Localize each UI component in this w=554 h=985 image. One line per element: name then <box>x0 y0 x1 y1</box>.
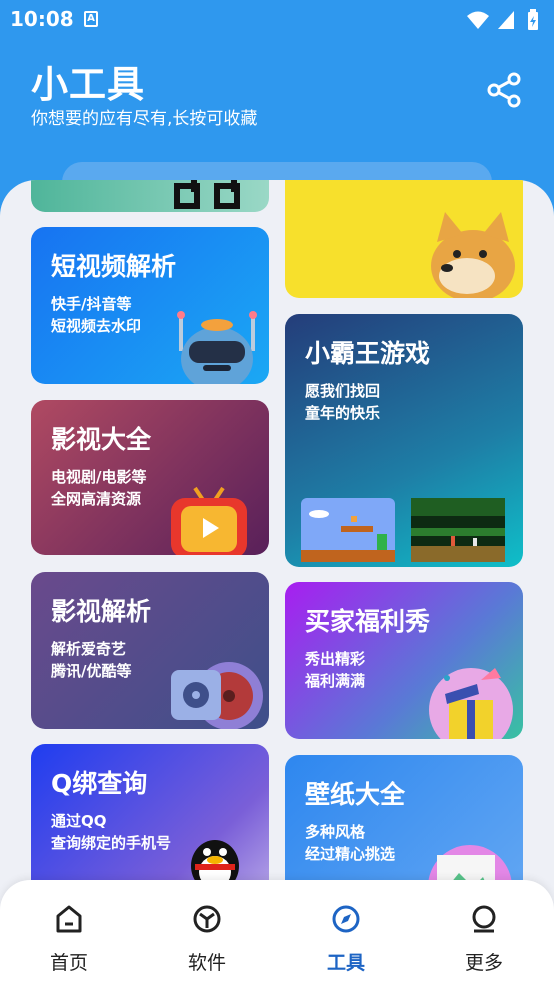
card-desc-line2: 短视频去水印 <box>51 317 142 335</box>
nav-label: 更多 <box>464 952 503 974</box>
home-icon <box>56 905 82 933</box>
doge-illustration <box>431 212 515 298</box>
card-title: 影视大全 <box>51 425 152 454</box>
card-desc-line1: 通过QQ <box>51 812 107 830</box>
card-desc-line1: 秀出精彩 <box>305 650 366 668</box>
card-desc-line2: 福利满满 <box>305 672 366 690</box>
card-partial-top-right[interactable] <box>285 180 523 298</box>
card-nes-games[interactable]: 小霸王游戏 愿我们找回 童年的快乐 <box>285 314 523 567</box>
wifi-icon <box>467 11 489 29</box>
battery-icon <box>528 9 538 30</box>
nav-label: 工具 <box>326 952 365 974</box>
card-desc-line1: 多种风格 <box>305 823 366 841</box>
box-icon <box>193 905 221 933</box>
card-movies[interactable]: 影视大全 电视剧/电影等 全网高清资源 <box>31 400 269 555</box>
card-desc-line1: 快手/抖音等 <box>51 295 132 313</box>
card-title: Q绑查询 <box>51 769 148 798</box>
contra-screenshot <box>411 498 505 562</box>
tv-play-illustration <box>171 486 247 555</box>
card-desc-line2: 腾讯/优酷等 <box>51 662 132 680</box>
tools-panel: 短视频解析 快手/抖音等 短视频去水印 影视大全 电视剧/电影等 全网高清资源 … <box>0 180 554 985</box>
nav-label: 软件 <box>187 952 226 974</box>
status-bar: 10:08 A <box>0 0 554 40</box>
share-icon <box>487 72 521 108</box>
mario-screenshot <box>301 498 395 562</box>
card-buyer-show[interactable]: 买家福利秀 秀出精彩 福利满满 <box>285 582 523 739</box>
card-desc-line1: 电视剧/电影等 <box>51 468 147 486</box>
notification-a-icon: A <box>84 11 98 27</box>
nav-home[interactable]: 首页 <box>14 880 124 985</box>
signal-icon <box>498 11 514 29</box>
card-desc-line1: 解析爱奇艺 <box>51 640 127 658</box>
nav-label: 首页 <box>49 952 88 974</box>
compass-icon <box>332 905 360 933</box>
card-video-parser[interactable]: 影视解析 解析爱奇艺 腾讯/优酷等 <box>31 572 269 729</box>
card-desc-line1: 愿我们找回 <box>305 382 381 400</box>
page-title: 小工具 <box>31 63 145 106</box>
robot-illustration <box>177 311 257 384</box>
card-title: 小霸王游戏 <box>305 339 431 368</box>
share-button[interactable] <box>485 70 525 110</box>
card-partial-top-left[interactable] <box>31 180 269 212</box>
card-desc-line2: 查询绑定的手机号 <box>51 834 172 852</box>
film-reel-illustration <box>171 662 263 729</box>
status-icons <box>466 8 546 32</box>
qq-penguin-icon <box>191 840 239 886</box>
card-desc-line2: 童年的快乐 <box>305 404 381 422</box>
card-title: 影视解析 <box>51 597 152 626</box>
card-short-video-parser[interactable]: 短视频解析 快手/抖音等 短视频去水印 <box>31 227 269 384</box>
bottom-nav: 首页 软件 工具 更多 <box>0 880 554 985</box>
card-title: 短视频解析 <box>51 252 177 281</box>
nav-more[interactable]: 更多 <box>429 880 539 985</box>
nav-software[interactable]: 软件 <box>152 880 262 985</box>
user-icon <box>472 905 496 933</box>
gift-box-illustration <box>429 668 513 739</box>
status-time: 10:08 <box>10 7 74 31</box>
card-title: 壁纸大全 <box>305 780 406 809</box>
card-desc-line2: 全网高清资源 <box>51 490 142 508</box>
card-title: 买家福利秀 <box>305 607 431 636</box>
page-subtitle: 你想要的应有尽有,长按可收藏 <box>31 109 258 129</box>
eyes-illustration <box>174 180 240 209</box>
card-desc-line2: 经过精心挑选 <box>305 845 396 863</box>
nav-tools[interactable]: 工具 <box>291 880 401 985</box>
